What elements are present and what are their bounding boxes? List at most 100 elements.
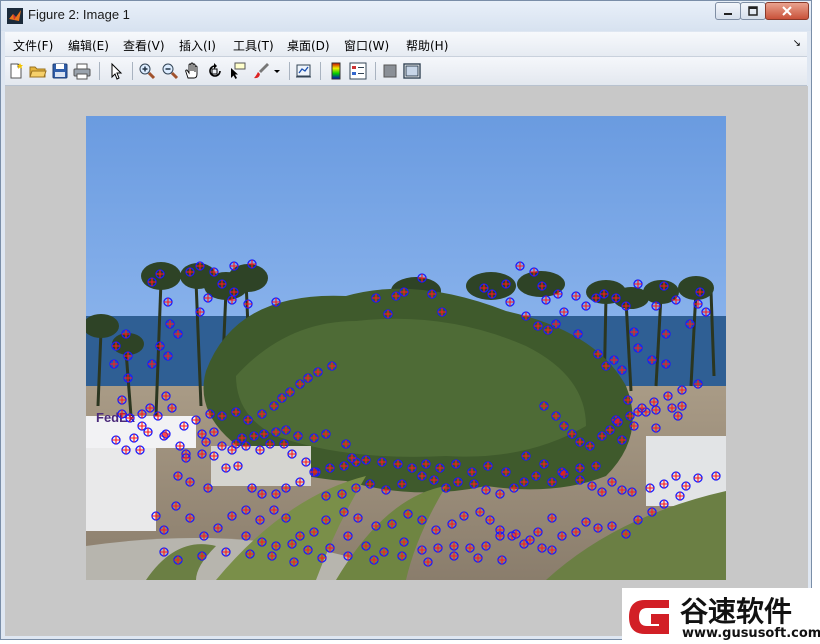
legend-icon[interactable]: [349, 62, 367, 80]
keypoint-marker: [449, 551, 459, 561]
brush-dropdown-icon[interactable]: [273, 62, 281, 80]
keypoint-marker: [629, 327, 639, 337]
keypoint-marker: [309, 527, 319, 537]
gusu-logo-icon: [629, 600, 669, 634]
keypoint-marker: [539, 401, 549, 411]
keypoint-marker: [383, 309, 393, 319]
keypoint-marker: [607, 477, 617, 487]
menu-insert[interactable]: 插入(I): [179, 37, 216, 54]
keypoint-marker: [681, 481, 691, 491]
keypoint-marker: [313, 367, 323, 377]
link-plot-icon[interactable]: [295, 62, 313, 80]
keypoint-marker: [147, 277, 157, 287]
close-button[interactable]: [765, 2, 809, 20]
keypoint-marker: [303, 373, 313, 383]
keypoint-marker: [675, 491, 685, 501]
minimize-icon: [724, 13, 732, 15]
keypoint-marker: [403, 509, 413, 519]
hide-plot-tools-icon[interactable]: [381, 62, 399, 80]
zoom-in-icon[interactable]: [138, 62, 156, 80]
keypoint-marker: [205, 409, 215, 419]
image-axes[interactable]: FedEx: [86, 116, 726, 580]
menu-view[interactable]: 查看(V): [123, 37, 165, 54]
menu-tools[interactable]: 工具(T): [233, 37, 274, 54]
menu-file[interactable]: 文件(F): [13, 37, 53, 54]
colorbar-icon[interactable]: [327, 62, 345, 80]
keypoint-marker: [255, 445, 265, 455]
toolbar-separator: [375, 62, 376, 80]
keypoint-marker: [257, 537, 267, 547]
keypoint-marker: [143, 427, 153, 437]
rotate-3d-icon[interactable]: [206, 62, 224, 80]
keypoint-marker: [309, 467, 319, 477]
keypoint-marker: [151, 511, 161, 521]
keypoint-marker: [585, 441, 595, 451]
keypoint-marker: [559, 421, 569, 431]
open-file-icon[interactable]: [29, 62, 47, 80]
title-bar[interactable]: Figure 2: Image 1: [1, 1, 811, 31]
keypoint-marker: [481, 485, 491, 495]
keypoint-marker: [381, 485, 391, 495]
keypoint-marker: [245, 549, 255, 559]
keypoint-marker: [217, 411, 227, 421]
keypoint-marker: [651, 405, 661, 415]
keypoint-marker: [229, 261, 239, 271]
menu-window[interactable]: 窗口(W): [344, 37, 389, 54]
keypoint-marker: [547, 477, 557, 487]
keypoint-marker: [677, 385, 687, 395]
keypoint-marker: [495, 489, 505, 499]
show-plot-tools-icon[interactable]: [403, 62, 421, 80]
minimize-button[interactable]: [715, 2, 741, 20]
toolbar-separator: [289, 62, 290, 80]
keypoint-marker: [533, 321, 543, 331]
keypoint-marker: [255, 515, 265, 525]
keypoint-marker: [661, 359, 671, 369]
keypoint-marker: [325, 543, 335, 553]
keypoint-marker: [241, 505, 251, 515]
keypoint-marker: [393, 459, 403, 469]
keypoint-marker: [217, 441, 227, 451]
menu-desktop[interactable]: 桌面(D): [287, 37, 330, 54]
menu-help[interactable]: 帮助(H): [406, 37, 448, 54]
keypoint-marker: [365, 479, 375, 489]
pan-hand-icon[interactable]: [183, 62, 201, 80]
keypoint-marker: [701, 307, 711, 317]
menu-dock-arrow-icon[interactable]: ↘: [793, 38, 801, 49]
keypoint-marker: [543, 325, 553, 335]
keypoint-marker: [321, 429, 331, 439]
keypoint-marker: [663, 391, 673, 401]
brush-icon[interactable]: [252, 62, 270, 80]
toolbar-separator: [320, 62, 321, 80]
data-cursor-icon[interactable]: [228, 62, 246, 80]
keypoint-marker: [515, 261, 525, 271]
keypoint-marker: [195, 261, 205, 271]
keypoint-marker: [269, 401, 279, 411]
keypoint-marker: [685, 319, 695, 329]
toolbar-separator: [99, 62, 100, 80]
save-icon[interactable]: [51, 62, 69, 80]
watermark-brand: 谷速软件: [680, 595, 793, 628]
keypoint-marker: [567, 429, 577, 439]
print-icon[interactable]: [73, 62, 91, 80]
keypoint-marker: [469, 479, 479, 489]
keypoint-marker: [159, 525, 169, 535]
keypoint-marker: [137, 409, 147, 419]
maximize-button[interactable]: [740, 2, 766, 20]
keypoint-marker: [671, 295, 681, 305]
zoom-out-icon[interactable]: [161, 62, 179, 80]
keypoint-marker: [217, 279, 227, 289]
keypoint-marker: [677, 401, 687, 411]
keypoint-marker: [541, 295, 551, 305]
window-controls: [715, 2, 809, 20]
menu-edit[interactable]: 编辑(E): [68, 37, 109, 54]
keypoint-marker: [607, 521, 617, 531]
keypoint-marker: [649, 397, 659, 407]
new-figure-icon[interactable]: [7, 62, 25, 80]
keypoint-marker: [241, 531, 251, 541]
keypoint-marker: [295, 379, 305, 389]
keypoint-marker: [547, 513, 557, 523]
edit-plot-arrow-icon[interactable]: [107, 62, 125, 80]
keypoint-marker: [467, 467, 477, 477]
keypoint-marker: [473, 553, 483, 563]
watermark: 谷速软件 www.gususoft.com: [622, 588, 820, 644]
